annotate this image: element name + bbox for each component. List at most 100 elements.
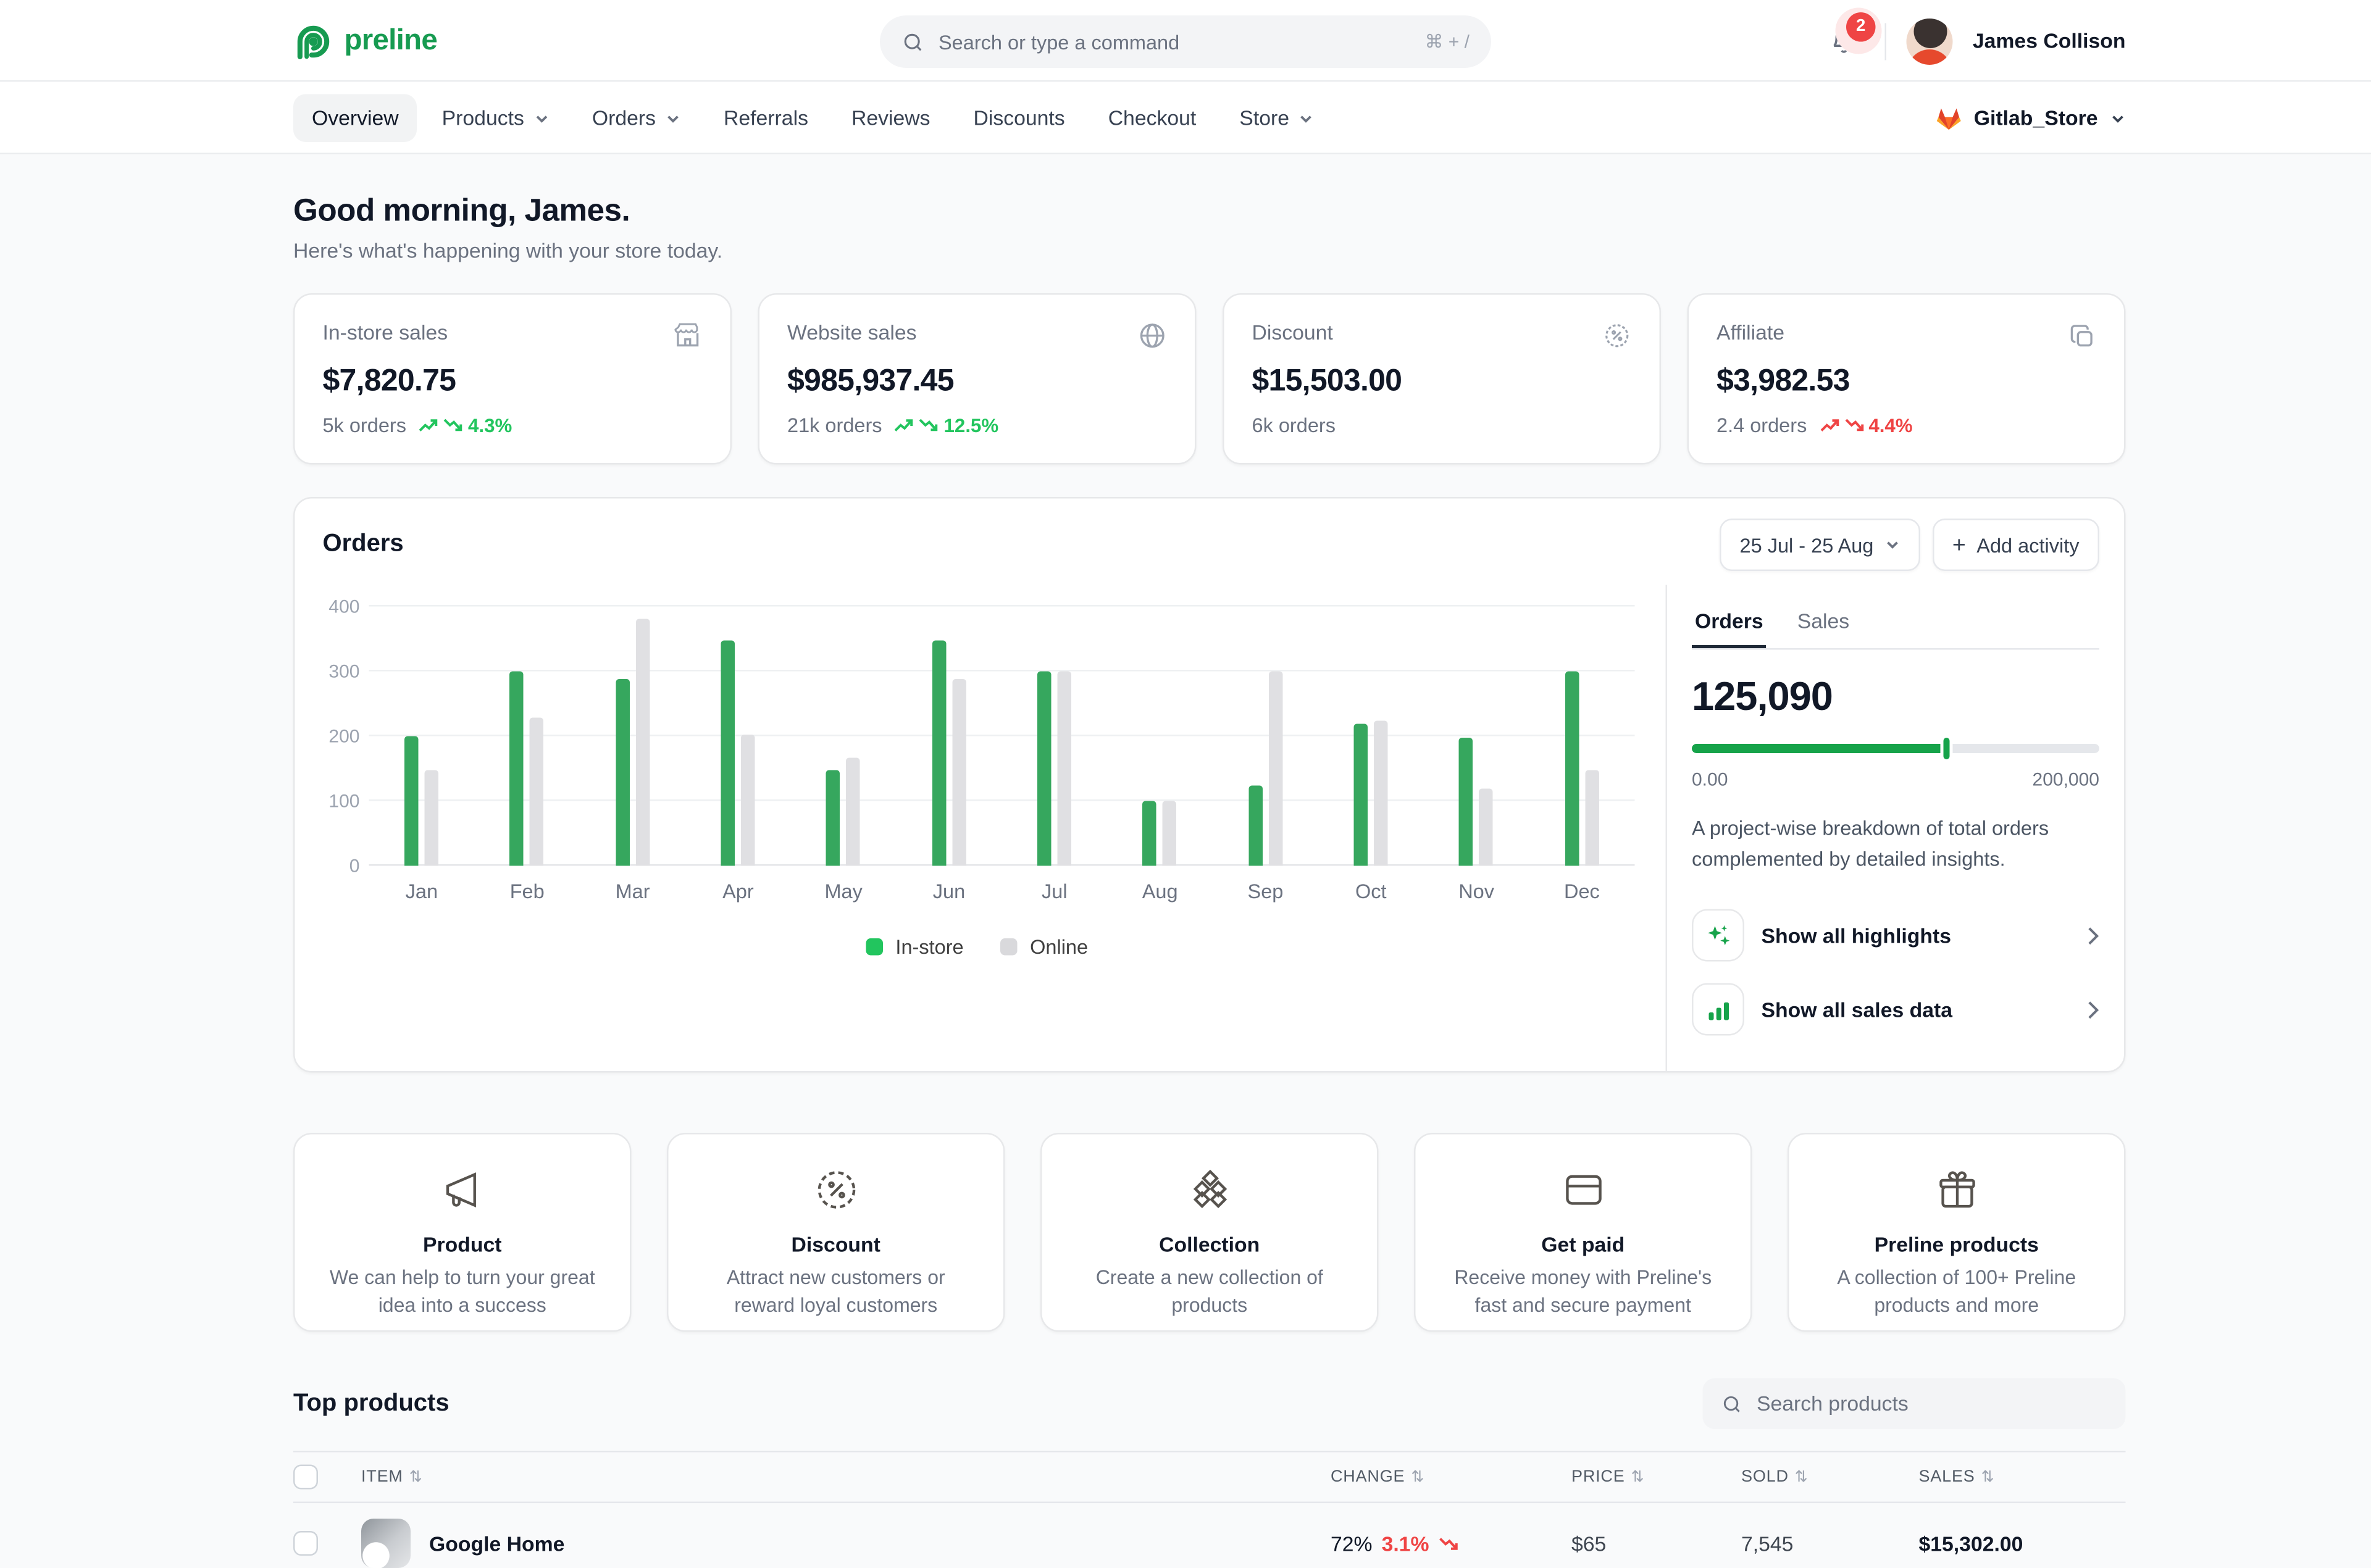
products-search-input[interactable]: Search products bbox=[1703, 1378, 2126, 1430]
orders-panel: Orders 25 Jul - 25 Aug + Add activity 01… bbox=[293, 497, 2126, 1073]
top-products-table: ITEM⇅ CHANGE⇅ PRICE⇅ SOLD⇅ SALES⇅ Google… bbox=[293, 1451, 2126, 1568]
chart-bar-online bbox=[425, 770, 439, 865]
nav-item-store[interactable]: Store bbox=[1221, 94, 1332, 143]
nav-item-overview[interactable]: Overview bbox=[293, 94, 417, 143]
orders-chart: 0100200300400 JanFebMarAprMayJunJulAugSe… bbox=[295, 585, 1666, 1072]
chart-bar-online bbox=[1479, 789, 1494, 866]
column-price[interactable]: PRICE⇅ bbox=[1571, 1468, 1741, 1487]
y-axis-tick: 200 bbox=[328, 725, 359, 747]
chart-bar-in-store bbox=[932, 640, 946, 865]
orders-total: 125,090 bbox=[1692, 673, 2099, 721]
table-row[interactable]: Google Home 72% 3.1% $65 7,545 $15,302.0… bbox=[293, 1503, 2126, 1568]
chart-bar-online bbox=[530, 718, 545, 865]
trend-indicator: 4.3% bbox=[419, 414, 512, 436]
brand-logo[interactable]: preline bbox=[293, 0, 437, 82]
top-products-title: Top products bbox=[293, 1390, 450, 1417]
select-all-checkbox[interactable] bbox=[293, 1465, 318, 1490]
page-title: Good morning, James. bbox=[293, 193, 2126, 230]
bar-group-may bbox=[791, 607, 897, 866]
chart-bar-in-store bbox=[510, 672, 524, 866]
nav-item-orders[interactable]: Orders bbox=[574, 94, 699, 143]
x-axis-label: Jan bbox=[369, 880, 475, 903]
nav-item-checkout[interactable]: Checkout bbox=[1090, 94, 1215, 143]
stat-card-in-store-sales[interactable]: In-store sales $7,820.75 5k orders 4.3% bbox=[293, 293, 732, 465]
sold-cell: 7,545 bbox=[1741, 1532, 1919, 1555]
orders-side-panel: Orders Sales 125,090 0.00 200,000 A proj… bbox=[1666, 585, 2125, 1072]
bar-group-aug bbox=[1107, 607, 1213, 866]
column-sold[interactable]: SOLD⇅ bbox=[1741, 1468, 1919, 1487]
bar-group-apr bbox=[685, 607, 791, 866]
main-content: Good morning, James. Here's what's happe… bbox=[293, 193, 2126, 1568]
feature-card-preline-products[interactable]: Preline products A collection of 100+ Pr… bbox=[1788, 1133, 2126, 1332]
add-activity-button[interactable]: + Add activity bbox=[1932, 519, 2099, 571]
feature-card-collection[interactable]: Collection Create a new collection of pr… bbox=[1040, 1133, 1379, 1332]
chevron-down-icon bbox=[2110, 111, 2126, 126]
chart-bar-online bbox=[1374, 720, 1388, 865]
feature-card-discount[interactable]: Discount Attract new customers or reward… bbox=[667, 1133, 1005, 1332]
header-divider bbox=[1884, 22, 1886, 59]
column-change[interactable]: CHANGE⇅ bbox=[1331, 1468, 1571, 1487]
store-switcher[interactable]: Gitlab_Store bbox=[1935, 82, 2125, 155]
chart-bar-online bbox=[741, 735, 755, 865]
row-checkbox[interactable] bbox=[293, 1531, 318, 1556]
y-axis-tick: 100 bbox=[328, 790, 359, 812]
bar-group-jun bbox=[897, 607, 1002, 866]
copy-icon bbox=[2067, 321, 2097, 351]
chart-bar-in-store bbox=[1460, 738, 1474, 866]
feature-card-product[interactable]: Product We can help to turn your great i… bbox=[293, 1133, 632, 1332]
sort-icon: ⇅ bbox=[1795, 1469, 1809, 1486]
bar-group-feb bbox=[474, 607, 580, 866]
x-axis: JanFebMarAprMayJunJulAugSepOctNovDec bbox=[369, 880, 1635, 903]
notifications-button[interactable]: 2 bbox=[1825, 21, 1865, 61]
tab-sales[interactable]: Sales bbox=[1794, 601, 1852, 649]
side-tabs: Orders Sales bbox=[1692, 601, 2099, 650]
feature-card-get-paid[interactable]: Get paid Receive money with Preline's fa… bbox=[1414, 1133, 1752, 1332]
percent-badge-icon bbox=[1602, 321, 1632, 351]
x-axis-label: Dec bbox=[1529, 880, 1635, 903]
sparkles-icon bbox=[1692, 909, 1744, 962]
date-range-button[interactable]: 25 Jul - 25 Aug bbox=[1720, 519, 1920, 571]
chart-bar-in-store bbox=[404, 736, 419, 866]
stat-label: Discount bbox=[1252, 321, 1333, 344]
chart-bar-online bbox=[1058, 672, 1072, 866]
user-avatar[interactable] bbox=[1906, 18, 1952, 64]
sales-cell: $15,302.00 bbox=[1919, 1532, 2126, 1555]
tab-orders[interactable]: Orders bbox=[1692, 601, 1767, 649]
nav-item-products[interactable]: Products bbox=[424, 94, 567, 143]
nav-item-discounts[interactable]: Discounts bbox=[955, 94, 1083, 143]
nav-item-reviews[interactable]: Reviews bbox=[833, 94, 949, 143]
stat-value: $3,982.53 bbox=[1717, 364, 2096, 400]
column-sales[interactable]: SALES⇅ bbox=[1919, 1468, 2126, 1487]
stat-value: $7,820.75 bbox=[323, 364, 703, 400]
chart-bar-in-store bbox=[721, 640, 735, 865]
sort-icon: ⇅ bbox=[409, 1469, 423, 1486]
nav-item-referrals[interactable]: Referrals bbox=[705, 94, 827, 143]
trend-up-icon bbox=[1819, 417, 1839, 434]
chart-bar-in-store bbox=[1037, 672, 1052, 866]
orders-progress-bar[interactable] bbox=[1692, 744, 2099, 753]
gitlab-logo-icon bbox=[1935, 106, 1962, 130]
chevron-down-icon bbox=[1298, 111, 1314, 126]
legend-item-online: Online bbox=[1001, 935, 1088, 959]
price-cell: $65 bbox=[1571, 1532, 1741, 1555]
stat-card-affiliate[interactable]: Affiliate $3,982.53 2.4 orders 4.4% bbox=[1687, 293, 2126, 465]
search-shortcut: ⌘ + / bbox=[1424, 31, 1470, 52]
stat-card-website-sales[interactable]: Website sales $985,937.45 21k orders 12.… bbox=[758, 293, 1197, 465]
show-all-highlights-link[interactable]: Show all highlights bbox=[1692, 898, 2099, 972]
user-cluster: 2 James Collison bbox=[1825, 0, 2126, 82]
bar-group-mar bbox=[580, 607, 685, 866]
chevron-down-icon bbox=[533, 111, 549, 126]
global-search-input[interactable]: Search or type a command ⌘ + / bbox=[880, 15, 1491, 68]
gift-icon bbox=[1933, 1166, 1980, 1215]
column-item[interactable]: ITEM⇅ bbox=[361, 1468, 1331, 1487]
brand-wordmark: preline bbox=[345, 24, 438, 58]
bar-group-sep bbox=[1213, 607, 1318, 866]
stat-orders: 5k orders bbox=[323, 414, 407, 437]
user-name[interactable]: James Collison bbox=[1973, 30, 2126, 53]
stat-card-discount[interactable]: Discount $15,503.00 6k orders bbox=[1223, 293, 1661, 465]
progress-fill bbox=[1692, 744, 1947, 753]
show-all-sales-data-link[interactable]: Show all sales data bbox=[1692, 972, 2099, 1046]
stat-label: Affiliate bbox=[1717, 321, 1784, 344]
trend-down-icon bbox=[1844, 417, 1864, 434]
megaphone-icon bbox=[439, 1166, 485, 1215]
